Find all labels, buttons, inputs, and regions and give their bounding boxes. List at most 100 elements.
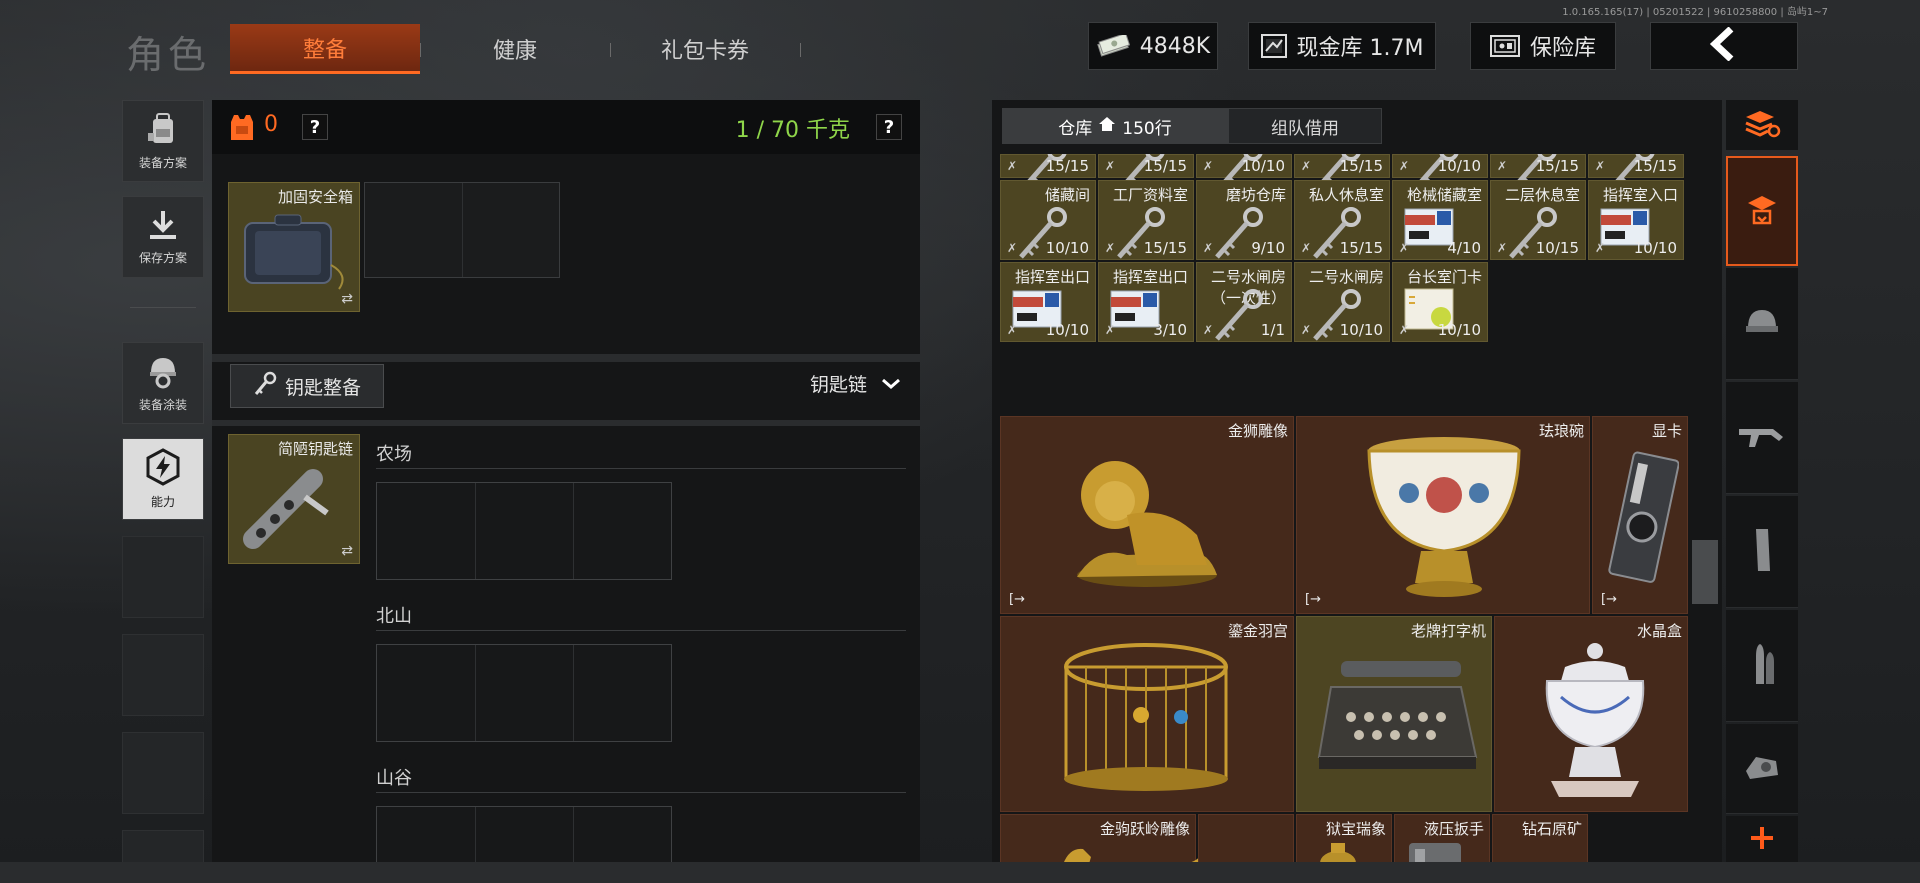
sort-icon	[1742, 107, 1782, 143]
no-insure-icon: ✗	[1399, 241, 1410, 255]
tab-separator	[610, 43, 611, 57]
cash-vault-button[interactable]: 现金库 1.7M	[1248, 22, 1436, 70]
key-item[interactable]: 指挥室出口 ✗ 3/10	[1098, 262, 1194, 342]
item-count: 15/15	[1339, 157, 1383, 175]
key-item[interactable]: ✗ 15/15	[1490, 154, 1586, 193]
sidebar-empty-slot	[122, 732, 204, 814]
sidebar-item-loadout-plan[interactable]: 装备方案	[122, 100, 204, 182]
enamel-bowl-icon	[1367, 437, 1521, 597]
valuable-empty[interactable]	[1198, 814, 1294, 864]
key-item[interactable]: 工厂资料室 ✗ 15/15	[1098, 180, 1194, 260]
sidebar-item-ability[interactable]: 能力	[122, 438, 204, 520]
key-item[interactable]: 二号水闸房 ✗ 10/10	[1294, 262, 1390, 342]
key-item[interactable]: ✗ 15/15	[1588, 154, 1684, 193]
item-count: 15/15	[1339, 239, 1383, 257]
inventory-scrollbar[interactable]	[1692, 540, 1718, 604]
tab-gift-vouchers[interactable]: 礼包卡券	[620, 24, 790, 74]
key-group-north-hill-grid[interactable]	[376, 644, 672, 742]
item-count: 15/15	[1535, 157, 1579, 175]
tab-health[interactable]: 健康	[430, 24, 600, 74]
item-name: 工厂资料室	[1112, 186, 1188, 204]
typewriter-icon	[1317, 661, 1478, 769]
valuable-crystal-box[interactable]: 水晶盒	[1494, 616, 1688, 812]
key-group-valley-grid[interactable]	[376, 806, 672, 866]
key-group-farm-grid[interactable]	[376, 482, 672, 580]
key-item[interactable]: ✗ 15/15	[1098, 154, 1194, 193]
tab-team-borrow[interactable]: 组队借用	[1228, 108, 1382, 144]
valuable-gilded-birdcage[interactable]: 鎏金羽宫	[1000, 616, 1294, 812]
key-item[interactable]: 指挥室出口 ✗ 10/10	[1000, 262, 1096, 342]
valuable-raw-diamond[interactable]: 钻石原矿	[1492, 814, 1588, 864]
item-count: 15/15	[1143, 157, 1187, 175]
valuable-golden-horse[interactable]: 金驹跃岭雕像	[1000, 814, 1212, 864]
key-item[interactable]: ✗ 10/10	[1196, 154, 1292, 193]
swap-icon[interactable]: ⇄	[341, 543, 353, 559]
safe-button[interactable]: 保险库	[1470, 22, 1616, 70]
key-stack-icon	[1744, 191, 1780, 231]
tab-warehouse[interactable]: 仓库 150行	[1002, 108, 1228, 144]
no-insure-icon: ✗	[1595, 159, 1606, 173]
keychain-item[interactable]: 简陋钥匙链 ⇄	[228, 434, 360, 564]
valuable-gold-lion[interactable]: 金狮雕像 [→	[1000, 416, 1294, 614]
category-ammo[interactable]	[1726, 610, 1798, 722]
item-count: 10/10	[1437, 157, 1481, 175]
no-insure-icon: ✗	[1105, 241, 1116, 255]
safe-box-item[interactable]: 加固安全箱 ⇄	[228, 182, 360, 312]
item-name: 二号水闸房	[1308, 268, 1384, 286]
help-icon[interactable]: ?	[302, 114, 328, 140]
empty-slot[interactable]	[364, 182, 560, 278]
tab-loadout[interactable]: 整备	[230, 24, 420, 74]
sidebar-item-save-plan[interactable]: 保存方案	[122, 196, 204, 278]
currency-display[interactable]: 4848K	[1088, 22, 1218, 70]
category-scopes[interactable]	[1726, 724, 1798, 814]
key-item[interactable]: 指挥室入口 ✗ 10/10	[1588, 180, 1684, 260]
category-magazines[interactable]	[1726, 496, 1798, 608]
helmet-icon	[1742, 304, 1782, 344]
no-insure-icon: ✗	[1497, 241, 1508, 255]
no-insure-icon: ✗	[1203, 323, 1214, 337]
key-item[interactable]: 二号水闸房 （一次性） ✗ 1/1	[1196, 262, 1292, 342]
back-button[interactable]	[1650, 22, 1798, 70]
safe-label: 保险库	[1529, 36, 1596, 61]
item-name: 珐琅碗	[1538, 422, 1584, 440]
valuable-graphics-card[interactable]: 显卡 [→	[1592, 416, 1688, 614]
key-item[interactable]: ✗ 15/15	[1294, 154, 1390, 193]
valuable-treasure-elephant[interactable]: 狱宝瑞象	[1296, 814, 1392, 864]
inventory-grid: ✗ 15/15 ✗ 15/15 ✗ 10/10 ✗ 15/15 ✗ 10/10 ✗ 15/15 ✗ 15/…	[1000, 154, 1688, 864]
add-icon	[1748, 824, 1776, 856]
add-category-button[interactable]	[1726, 816, 1798, 864]
item-count: 10/10	[1241, 157, 1285, 175]
valuable-enamel-bowl[interactable]: 珐琅碗 [→	[1296, 416, 1590, 614]
key-item[interactable]: 台长室门卡 ✗ 10/10	[1392, 262, 1488, 342]
bottom-strip	[0, 862, 1920, 883]
ammo-icon	[1748, 642, 1776, 690]
no-insure-icon: ✗	[1007, 159, 1018, 173]
help-icon[interactable]: ?	[876, 114, 902, 140]
category-rifles[interactable]	[1726, 382, 1798, 494]
sidebar-item-skins[interactable]: 装备涂装	[122, 342, 204, 424]
key-item[interactable]: 磨坊仓库 ✗ 9/10	[1196, 180, 1292, 260]
key-group-north-hill-label: 北山	[376, 606, 412, 627]
key-item[interactable]: 枪械储藏室 ✗ 4/10	[1392, 180, 1488, 260]
valuable-vintage-typewriter[interactable]: 老牌打字机	[1296, 616, 1492, 812]
valuable-hydraulic-wrench[interactable]: 液压扳手	[1394, 814, 1490, 864]
sort-button[interactable]	[1726, 100, 1798, 150]
item-count: 9/10	[1251, 239, 1285, 257]
category-helmets[interactable]	[1726, 268, 1798, 380]
safe-box-label: 加固安全箱	[277, 188, 353, 206]
category-keys[interactable]	[1726, 156, 1798, 266]
key-item[interactable]: 储藏间 ✗ 10/10	[1000, 180, 1096, 260]
item-name: 指挥室出口	[1014, 268, 1090, 286]
key-item[interactable]: ✗ 15/15	[1000, 154, 1096, 193]
key-item[interactable]: ✗ 10/10	[1392, 154, 1488, 193]
empty-cell	[1588, 262, 1684, 342]
keychain-dropdown[interactable]: 钥匙链	[810, 370, 901, 397]
hydraulic-wrench-icon	[1409, 843, 1461, 864]
key-loadout-button[interactable]: 钥匙整备	[230, 364, 384, 408]
back-arrow-icon	[1709, 26, 1739, 65]
no-insure-icon: ✗	[1203, 241, 1214, 255]
key-item[interactable]: 二层休息室 ✗ 10/15	[1490, 180, 1586, 260]
key-item[interactable]: 私人休息室 ✗ 15/15	[1294, 180, 1390, 260]
swap-icon[interactable]: ⇄	[341, 291, 353, 307]
currency-amount: 4848K	[1139, 33, 1211, 59]
